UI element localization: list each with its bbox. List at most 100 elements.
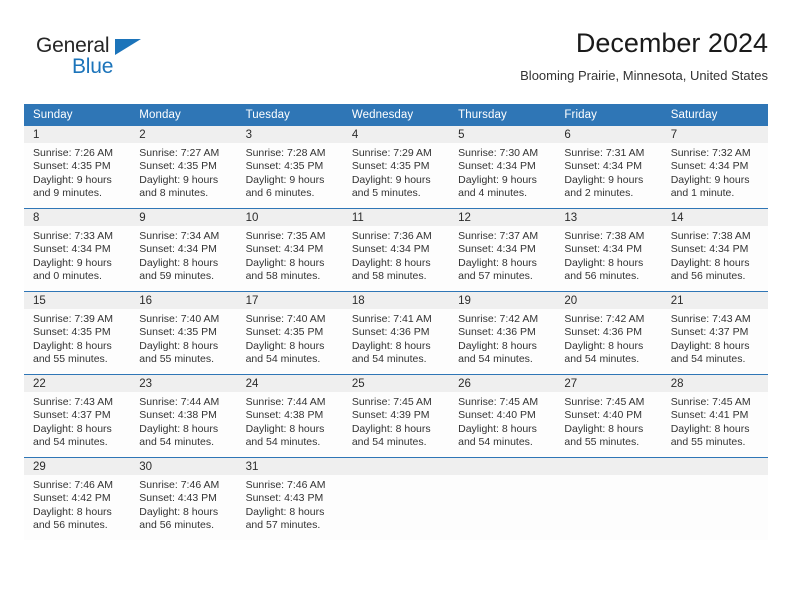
sunrise-text: Sunrise: 7:31 AM <box>564 147 645 159</box>
daylight-text-line2: and 0 minutes. <box>33 270 102 283</box>
sunrise-text: Sunrise: 7:34 AM <box>139 230 220 242</box>
calendar-day-cell[interactable]: 23 Sunrise: 7:44 AM Sunset: 4:38 PM Dayl… <box>130 374 237 458</box>
day-details: Sunrise: 7:38 AM Sunset: 4:34 PM Dayligh… <box>555 226 661 284</box>
day-details: Sunrise: 7:35 AM Sunset: 4:34 PM Dayligh… <box>237 226 343 284</box>
day-number: 10 <box>236 209 343 226</box>
sunset-text: Sunset: 4:35 PM <box>139 160 217 173</box>
day-number: 29 <box>24 458 131 475</box>
calendar-day-cell[interactable]: 16 Sunrise: 7:40 AM Sunset: 4:35 PM Dayl… <box>130 291 237 375</box>
daylight-text-line2: and 55 minutes. <box>564 436 640 449</box>
sunset-text: Sunset: 4:34 PM <box>564 243 643 256</box>
sunset-text: Sunset: 4:34 PM <box>351 243 430 256</box>
sunrise-text: Sunrise: 7:40 AM <box>139 313 220 325</box>
calendar-day-cell[interactable]: 12 Sunrise: 7:37 AM Sunset: 4:34 PM Dayl… <box>449 208 556 292</box>
sunset-text: Sunset: 4:34 PM <box>139 243 217 256</box>
calendar-day-cell[interactable]: 5 Sunrise: 7:30 AM Sunset: 4:34 PM Dayli… <box>449 126 556 209</box>
daylight-text-line2: and 55 minutes. <box>139 353 214 366</box>
calendar-day-cell[interactable]: 11 Sunrise: 7:36 AM Sunset: 4:34 PM Dayl… <box>342 208 450 292</box>
calendar-day-cell[interactable]: 2 Sunrise: 7:27 AM Sunset: 4:35 PM Dayli… <box>130 126 237 209</box>
sunset-text: Sunset: 4:34 PM <box>670 243 749 256</box>
daylight-text-line1: Daylight: 8 hours <box>245 339 325 352</box>
calendar-day-cell[interactable]: 26 Sunrise: 7:45 AM Sunset: 4:40 PM Dayl… <box>449 374 556 458</box>
brand-logo: General Blue <box>36 34 216 90</box>
calendar-day-cell[interactable]: 3 Sunrise: 7:28 AM Sunset: 4:35 PM Dayli… <box>236 126 343 209</box>
day-details <box>662 475 768 479</box>
day-number: 22 <box>24 375 131 392</box>
daylight-text-line1: Daylight: 8 hours <box>139 422 219 435</box>
daylight-text-line2: and 54 minutes. <box>245 353 321 366</box>
calendar-day-cell[interactable]: 10 Sunrise: 7:35 AM Sunset: 4:34 PM Dayl… <box>236 208 343 292</box>
triangle-icon <box>115 39 141 55</box>
calendar-week-row: 22 Sunrise: 7:43 AM Sunset: 4:37 PM Dayl… <box>24 374 768 458</box>
day-details <box>555 475 661 479</box>
sunset-text: Sunset: 4:35 PM <box>33 326 111 339</box>
calendar-day-cell[interactable]: 1 Sunrise: 7:26 AM Sunset: 4:35 PM Dayli… <box>24 126 131 209</box>
weekday-header-saturday: Saturday <box>661 104 768 126</box>
daylight-text-line2: and 9 minutes. <box>33 187 102 200</box>
day-details: Sunrise: 7:32 AM Sunset: 4:34 PM Dayligh… <box>662 143 768 201</box>
day-number: 3 <box>236 126 343 143</box>
day-number: 11 <box>342 209 450 226</box>
sunrise-text: Sunrise: 7:45 AM <box>458 396 539 408</box>
daylight-text-line1: Daylight: 8 hours <box>245 505 325 518</box>
sunset-text: Sunset: 4:40 PM <box>458 409 536 422</box>
day-details: Sunrise: 7:27 AM Sunset: 4:35 PM Dayligh… <box>130 143 236 201</box>
calendar-day-cell[interactable]: 30 Sunrise: 7:46 AM Sunset: 4:43 PM Dayl… <box>130 457 237 540</box>
calendar-week-row: 29 Sunrise: 7:46 AM Sunset: 4:42 PM Dayl… <box>24 457 768 540</box>
day-number: 16 <box>130 292 237 309</box>
daylight-text-line1: Daylight: 8 hours <box>564 256 644 269</box>
daylight-text-line1: Daylight: 8 hours <box>33 422 112 435</box>
calendar-day-cell[interactable]: 17 Sunrise: 7:40 AM Sunset: 4:35 PM Dayl… <box>236 291 343 375</box>
calendar-day-cell[interactable]: 13 Sunrise: 7:38 AM Sunset: 4:34 PM Dayl… <box>555 208 662 292</box>
calendar-day-cell[interactable]: 9 Sunrise: 7:34 AM Sunset: 4:34 PM Dayli… <box>130 208 237 292</box>
daylight-text-line1: Daylight: 8 hours <box>458 256 537 269</box>
calendar-day-cell[interactable]: 25 Sunrise: 7:45 AM Sunset: 4:39 PM Dayl… <box>342 374 450 458</box>
day-details: Sunrise: 7:40 AM Sunset: 4:35 PM Dayligh… <box>237 309 343 367</box>
sunset-text: Sunset: 4:38 PM <box>139 409 217 422</box>
sunrise-text: Sunrise: 7:46 AM <box>139 479 220 491</box>
day-details: Sunrise: 7:33 AM Sunset: 4:34 PM Dayligh… <box>24 226 130 284</box>
daylight-text-line2: and 54 minutes. <box>458 436 533 449</box>
daylight-text-line1: Daylight: 8 hours <box>564 422 644 435</box>
day-details: Sunrise: 7:39 AM Sunset: 4:35 PM Dayligh… <box>24 309 130 367</box>
day-details: Sunrise: 7:31 AM Sunset: 4:34 PM Dayligh… <box>555 143 661 201</box>
daylight-text-line1: Daylight: 8 hours <box>670 422 750 435</box>
calendar-day-cell-empty <box>449 457 556 540</box>
calendar-day-cell[interactable]: 22 Sunrise: 7:43 AM Sunset: 4:37 PM Dayl… <box>24 374 131 458</box>
weekday-header-friday: Friday <box>555 104 662 126</box>
calendar-day-cell[interactable]: 27 Sunrise: 7:45 AM Sunset: 4:40 PM Dayl… <box>555 374 662 458</box>
calendar-day-cell[interactable]: 15 Sunrise: 7:39 AM Sunset: 4:35 PM Dayl… <box>24 291 131 375</box>
calendar-day-cell[interactable]: 7 Sunrise: 7:32 AM Sunset: 4:34 PM Dayli… <box>661 126 768 209</box>
calendar-day-cell[interactable]: 8 Sunrise: 7:33 AM Sunset: 4:34 PM Dayli… <box>24 208 131 292</box>
sunrise-text: Sunrise: 7:28 AM <box>245 147 326 159</box>
calendar-day-cell[interactable]: 19 Sunrise: 7:42 AM Sunset: 4:36 PM Dayl… <box>449 291 556 375</box>
day-details: Sunrise: 7:40 AM Sunset: 4:35 PM Dayligh… <box>130 309 236 367</box>
calendar-week-row: 1 Sunrise: 7:26 AM Sunset: 4:35 PM Dayli… <box>24 126 768 209</box>
day-number: 14 <box>661 209 768 226</box>
calendar-day-cell[interactable]: 21 Sunrise: 7:43 AM Sunset: 4:37 PM Dayl… <box>661 291 768 375</box>
calendar-day-cell[interactable]: 28 Sunrise: 7:45 AM Sunset: 4:41 PM Dayl… <box>661 374 768 458</box>
calendar-header-row: Sunday Monday Tuesday Wednesday Thursday… <box>24 104 768 126</box>
day-number: 25 <box>342 375 450 392</box>
daylight-text-line1: Daylight: 8 hours <box>245 256 325 269</box>
calendar-day-cell[interactable]: 18 Sunrise: 7:41 AM Sunset: 4:36 PM Dayl… <box>342 291 450 375</box>
day-number: 1 <box>24 126 131 143</box>
day-details: Sunrise: 7:45 AM Sunset: 4:40 PM Dayligh… <box>555 392 661 450</box>
day-number: 18 <box>342 292 450 309</box>
calendar-day-cell[interactable]: 24 Sunrise: 7:44 AM Sunset: 4:38 PM Dayl… <box>236 374 343 458</box>
calendar-day-cell[interactable]: 4 Sunrise: 7:29 AM Sunset: 4:35 PM Dayli… <box>342 126 450 209</box>
weekday-header-sunday: Sunday <box>24 104 131 126</box>
calendar-day-cell[interactable]: 6 Sunrise: 7:31 AM Sunset: 4:34 PM Dayli… <box>555 126 662 209</box>
weekday-header-wednesday: Wednesday <box>342 104 450 126</box>
daylight-text-line1: Daylight: 9 hours <box>33 173 112 186</box>
calendar-day-cell[interactable]: 20 Sunrise: 7:42 AM Sunset: 4:36 PM Dayl… <box>555 291 662 375</box>
calendar-day-cell[interactable]: 31 Sunrise: 7:46 AM Sunset: 4:43 PM Dayl… <box>236 457 343 540</box>
day-number: 12 <box>449 209 556 226</box>
day-details: Sunrise: 7:44 AM Sunset: 4:38 PM Dayligh… <box>130 392 236 450</box>
sunset-text: Sunset: 4:35 PM <box>139 326 217 339</box>
calendar-day-cell[interactable]: 29 Sunrise: 7:46 AM Sunset: 4:42 PM Dayl… <box>24 457 131 540</box>
calendar-day-cell[interactable]: 14 Sunrise: 7:38 AM Sunset: 4:34 PM Dayl… <box>661 208 768 292</box>
sunrise-text: Sunrise: 7:40 AM <box>245 313 326 325</box>
daylight-text-line1: Daylight: 8 hours <box>670 256 750 269</box>
sunrise-text: Sunrise: 7:33 AM <box>33 230 113 242</box>
